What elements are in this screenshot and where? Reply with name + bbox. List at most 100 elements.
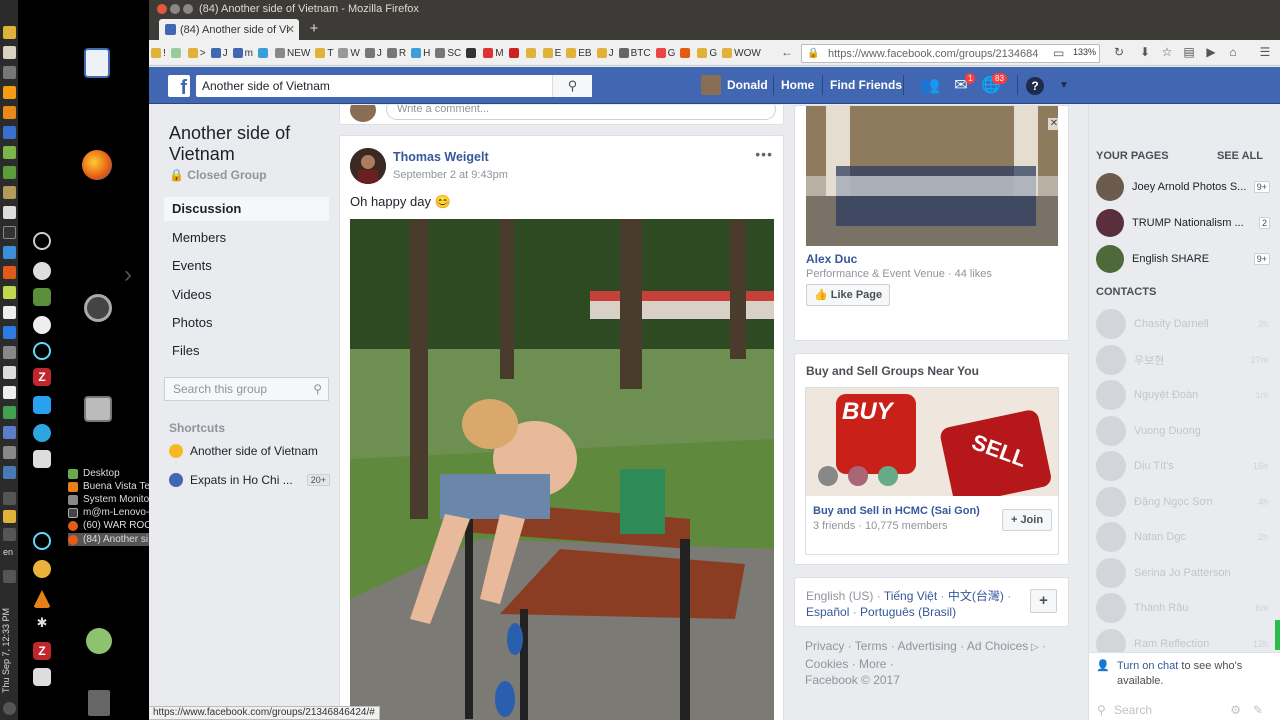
see-all-link[interactable]: SEE ALL — [1217, 150, 1263, 162]
app-icon[interactable] — [33, 396, 51, 414]
sidebar-item-discussion[interactable]: Discussion — [164, 197, 329, 221]
app-icon[interactable] — [33, 668, 51, 686]
minimize-window-button[interactable] — [170, 4, 180, 14]
footer-link[interactable]: Advertising — [897, 639, 956, 653]
youtube-icon[interactable]: ▶ — [1203, 44, 1219, 60]
bookmark-item[interactable] — [466, 48, 478, 58]
app-icon[interactable] — [3, 66, 16, 79]
bookmark-item[interactable]: SC — [435, 48, 461, 59]
app-icon[interactable] — [3, 86, 16, 99]
language-link[interactable]: Português (Brasil) — [860, 605, 956, 619]
home-link[interactable]: Home — [781, 78, 814, 92]
post-photo[interactable] — [350, 219, 774, 720]
bookmark-item[interactable]: W — [338, 48, 360, 59]
your-page-item[interactable]: English SHARE 9+ — [1096, 245, 1270, 273]
contact-item[interactable]: Vuong Duong — [1096, 415, 1266, 446]
avatar[interactable] — [701, 75, 721, 95]
back-button[interactable]: ← — [779, 44, 795, 60]
bookmark-item[interactable]: J — [596, 48, 614, 59]
contact-item[interactable]: 우보현 27m — [1096, 344, 1268, 375]
language-link[interactable]: 中文(台灣) — [948, 589, 1004, 603]
library-icon[interactable]: ▤ — [1181, 44, 1197, 60]
bookmark-item[interactable] — [680, 48, 692, 58]
ad-choices-icon[interactable]: ▷ — [1028, 642, 1039, 653]
app-icon[interactable] — [3, 406, 16, 419]
taskbar-item[interactable]: Desktop — [68, 467, 120, 480]
bookmark-item[interactable]: G — [697, 48, 717, 59]
footer-link[interactable]: More — [859, 657, 886, 671]
webcam-icon[interactable] — [33, 316, 51, 334]
app-icon[interactable] — [33, 560, 51, 578]
menu-icon[interactable]: ☰ — [1257, 44, 1273, 60]
author-avatar[interactable] — [350, 148, 386, 184]
bookmark-item[interactable] — [525, 48, 538, 58]
post-timestamp[interactable]: September 2 at 9:43pm — [393, 169, 508, 181]
app-icon[interactable] — [3, 386, 16, 399]
taskbar-item[interactable]: System Monitor — [68, 493, 152, 506]
filezilla-icon[interactable]: Z — [33, 368, 51, 386]
app-icon[interactable] — [3, 466, 16, 479]
search-icon[interactable]: ⚲ — [552, 75, 592, 97]
app-icon[interactable] — [3, 146, 16, 159]
buy-sell-group-name[interactable]: Buy and Sell in HCMC (Sai Gon) — [813, 505, 980, 517]
contact-item[interactable]: Dịu Tít's 16h — [1096, 451, 1268, 481]
bookmark-item[interactable]: WOW — [722, 48, 761, 59]
language-link[interactable]: Tiếng Việt — [884, 589, 937, 603]
like-page-button[interactable]: 👍 Like Page — [806, 284, 891, 306]
chrome-icon[interactable] — [3, 326, 16, 339]
taskbar-item[interactable]: m@m-Lenovo-... — [68, 506, 158, 519]
maximize-window-button[interactable] — [183, 4, 193, 14]
vlc-icon[interactable] — [3, 510, 16, 523]
bookmark-item[interactable]: J — [210, 48, 228, 59]
gear-icon[interactable]: ⚙ — [1230, 699, 1241, 720]
turn-on-chat-link[interactable]: Turn on chat — [1117, 660, 1178, 672]
bluetooth-icon[interactable]: ✱ — [33, 615, 51, 633]
bookmark-item[interactable]: > — [187, 48, 206, 59]
language-link[interactable]: Español — [806, 605, 849, 619]
browser-tab[interactable]: (84) Another side of Vi ✕ — [159, 19, 299, 40]
page-cover-photo[interactable] — [806, 106, 1058, 246]
bluetooth-icon[interactable] — [3, 492, 16, 505]
chevron-right-icon[interactable]: › — [124, 262, 136, 288]
trash-icon[interactable] — [88, 690, 110, 716]
post-author[interactable]: Thomas Weigelt — [393, 150, 489, 164]
power-icon[interactable] — [3, 702, 16, 715]
friend-requests-icon[interactable]: 👥 — [920, 76, 940, 96]
filezilla-icon[interactable]: Z — [33, 642, 51, 660]
app-icon[interactable] — [33, 232, 51, 250]
clock[interactable]: Thu Sep 7, 12:33 PM — [1, 600, 17, 700]
download-icon[interactable]: ⬇ — [1137, 44, 1153, 60]
profile-link[interactable]: Donald — [727, 78, 768, 92]
new-tab-button[interactable]: + — [305, 20, 323, 38]
sidebar-item-events[interactable]: Events — [164, 254, 329, 278]
bookmark-item[interactable]: R — [386, 48, 406, 59]
contact-item[interactable]: Đặng Ngọc Sơn 4h — [1096, 486, 1268, 517]
app-icon[interactable] — [3, 346, 16, 359]
zoom-level[interactable]: 133% — [1073, 47, 1096, 57]
add-language-button[interactable]: + — [1030, 589, 1057, 613]
atom-icon[interactable] — [33, 532, 51, 550]
shortcut-item[interactable]: Another side of Vietnam — [169, 444, 334, 458]
find-friends-link[interactable]: Find Friends — [830, 78, 902, 92]
bookmark-star-icon[interactable]: ☆ — [1159, 44, 1175, 60]
app-icon[interactable] — [3, 106, 16, 119]
app-icon[interactable] — [3, 266, 16, 279]
reload-button[interactable]: ↻ — [1111, 44, 1127, 60]
terminal-icon[interactable] — [3, 226, 16, 239]
bookmark-item[interactable]: EB — [566, 48, 592, 59]
sidebar-item-videos[interactable]: Videos — [164, 283, 329, 307]
app-icon[interactable] — [3, 166, 16, 179]
shortcut-item[interactable]: Expats in Ho Chi ... 20+ — [169, 473, 334, 487]
join-group-button[interactable]: + Join — [1002, 509, 1052, 531]
taskbar-item-active[interactable]: (84) Another si... — [68, 533, 159, 546]
bookmark-item[interactable] — [508, 48, 521, 58]
home-icon[interactable]: ⌂ — [1225, 44, 1241, 60]
app-icon[interactable] — [33, 450, 51, 468]
bookmark-item[interactable]: H — [411, 48, 430, 59]
app-icon[interactable] — [33, 288, 51, 306]
footer-link[interactable]: Terms — [855, 639, 888, 653]
buy-sell-image[interactable]: BUY SELL — [806, 388, 1058, 496]
contact-item[interactable]: Thành Râu 6m — [1096, 593, 1268, 623]
bookmark-item[interactable]: J — [364, 48, 382, 59]
taskbar-item[interactable]: (60) WAR ROO... — [68, 519, 160, 532]
